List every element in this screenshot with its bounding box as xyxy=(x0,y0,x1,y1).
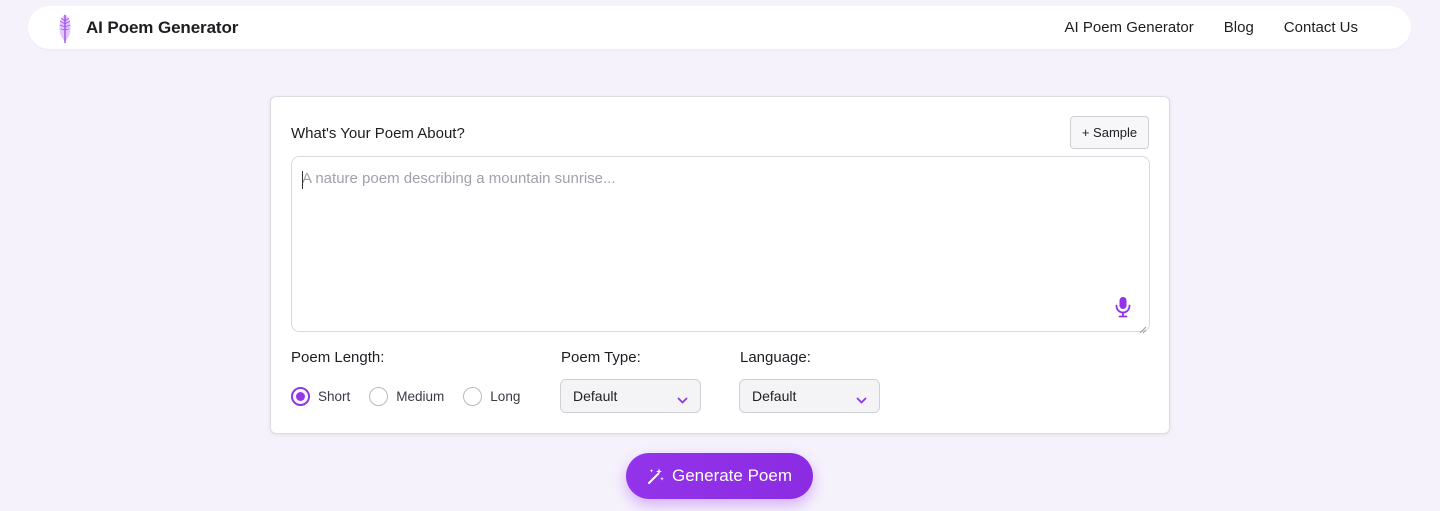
radio-long-label: Long xyxy=(490,389,521,404)
radio-short-label: Short xyxy=(318,389,351,404)
radio-short-circle[interactable] xyxy=(291,387,310,406)
poem-length-radio-group: Short Medium Long xyxy=(291,387,520,406)
generate-poem-button[interactable]: Generate Poem xyxy=(626,453,813,499)
poem-length-label: Poem Length: xyxy=(291,349,385,366)
radio-long[interactable]: Long xyxy=(463,387,520,406)
text-caret xyxy=(302,171,303,189)
nav-link-blog[interactable]: Blog xyxy=(1224,19,1254,36)
top-navbar: AI Poem Generator AI Poem Generator Blog… xyxy=(28,6,1411,49)
nav-link-ai-poem-generator[interactable]: AI Poem Generator xyxy=(1065,19,1194,36)
poem-form-card: What's Your Poem About? + Sample Poem Le… xyxy=(270,96,1170,434)
nav-links: AI Poem Generator Blog Contact Us xyxy=(1065,19,1358,36)
brand[interactable]: AI Poem Generator xyxy=(52,12,238,44)
radio-medium-label: Medium xyxy=(396,389,445,404)
radio-short[interactable]: Short xyxy=(291,387,350,406)
poem-type-select[interactable]: Default xyxy=(560,379,701,413)
poem-type-label: Poem Type: xyxy=(561,349,641,366)
radio-medium-circle[interactable] xyxy=(369,387,389,406)
prompt-textarea-wrapper xyxy=(291,156,1150,334)
language-label: Language: xyxy=(740,349,811,366)
generate-poem-label: Generate Poem xyxy=(671,466,792,485)
chevron-down-icon xyxy=(856,392,867,404)
radio-medium[interactable]: Medium xyxy=(369,387,444,406)
prompt-label: What's Your Poem About? xyxy=(291,125,465,142)
nav-link-contact-us[interactable]: Contact Us xyxy=(1284,19,1358,36)
sample-button[interactable]: + Sample xyxy=(1070,116,1149,149)
brand-name: AI Poem Generator xyxy=(86,17,239,37)
language-select[interactable]: Default xyxy=(739,379,880,413)
poem-type-value: Default xyxy=(573,388,618,404)
language-value: Default xyxy=(752,388,797,404)
microphone-icon[interactable] xyxy=(1115,296,1131,318)
feather-quill-icon xyxy=(52,12,78,44)
radio-long-circle[interactable] xyxy=(463,387,483,406)
resize-handle-icon[interactable] xyxy=(1139,321,1147,334)
prompt-textarea[interactable] xyxy=(292,157,1149,331)
chevron-down-icon xyxy=(677,392,688,404)
magic-wand-icon xyxy=(647,467,665,485)
